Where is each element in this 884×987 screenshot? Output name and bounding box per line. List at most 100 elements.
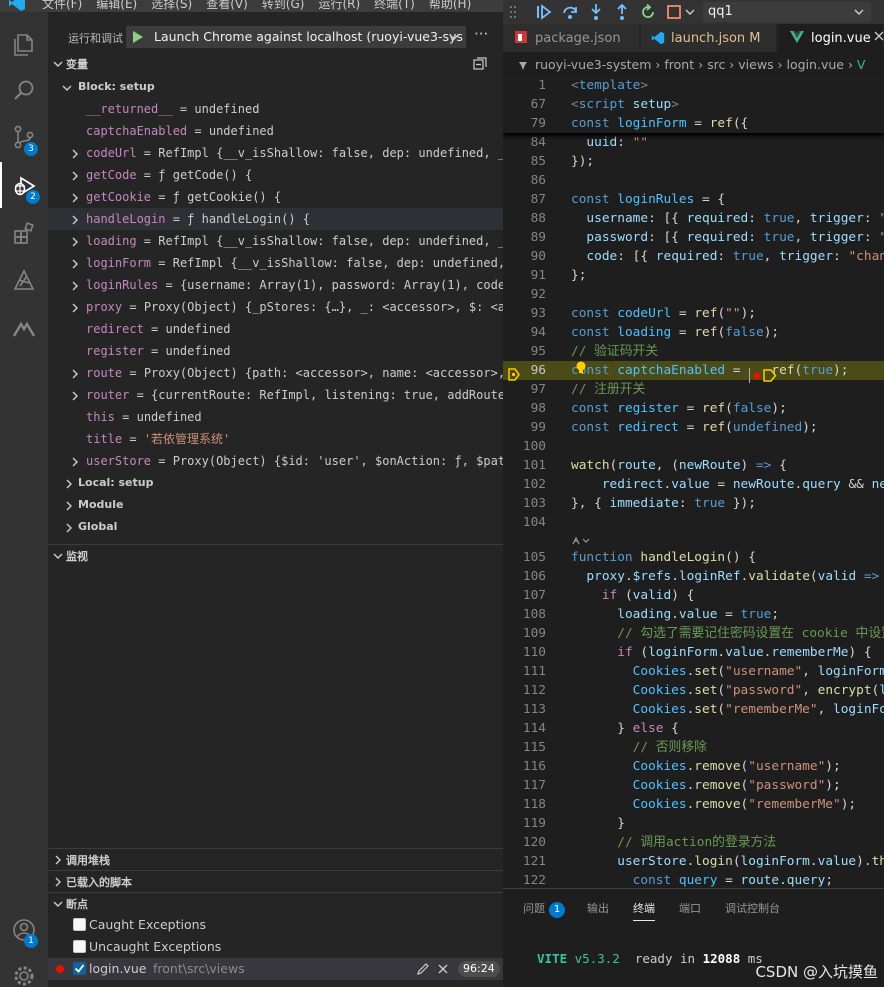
uncaught-exceptions-checkbox[interactable] (73, 940, 86, 953)
file-breakpoint-row[interactable]: login.vue front\src\views 96:24 (48, 958, 503, 980)
variable-row[interactable]: getCookie = ƒ getCookie() { (48, 186, 503, 208)
menu-item[interactable]: 帮助(H) (429, 0, 471, 12)
account-icon[interactable]: 1 (0, 907, 48, 953)
terminal-output[interactable]: VITE v5.3.2 ready in 12088 ms (537, 951, 763, 966)
menu-item[interactable]: 文件(F) (42, 0, 82, 12)
code-line[interactable]: 113 Cookies.set("rememberMe", loginForm.… (503, 700, 884, 719)
scope-row[interactable]: Module (48, 494, 503, 516)
code-line[interactable]: 111 Cookies.set("username", loginForm.va… (503, 662, 884, 681)
code-line[interactable]: 110 if (loginForm.value.rememberMe) { (503, 643, 884, 662)
restart-icon[interactable] (639, 3, 657, 21)
variable-row[interactable]: title = '若依管理系统' (48, 428, 503, 450)
code-line[interactable]: 103}, { immediate: true }); (503, 494, 884, 513)
variable-row[interactable]: loginRules = {username: Array(1), passwo… (48, 274, 503, 296)
run-debug-icon[interactable]: 2 (0, 162, 48, 208)
menu-item[interactable]: 运行(R) (318, 0, 360, 12)
variable-row[interactable]: redirect = undefined (48, 318, 503, 340)
code-line[interactable]: 89 password: [{ required: true, trigger:… (503, 228, 884, 247)
lightbulb-icon[interactable] (575, 361, 587, 375)
scope-row[interactable]: Global (48, 516, 503, 538)
gear-icon[interactable] (0, 953, 48, 987)
code-line[interactable]: 94 const loading = ref(false); (503, 323, 884, 342)
debug-session-select[interactable]: qq1 (703, 2, 871, 22)
code-line[interactable]: 105 function handleLogin() { (503, 548, 884, 567)
close-icon[interactable] (874, 31, 884, 41)
tab-debug-console[interactable]: 调试控制台 (725, 900, 780, 916)
code-line[interactable]: 98 const register = ref(false); (503, 399, 884, 418)
remove-breakpoint-icon[interactable] (436, 962, 450, 976)
menu-item[interactable]: 编辑(E) (96, 0, 137, 12)
sync-extension-icon[interactable] (0, 306, 48, 352)
code-line[interactable]: 112 Cookies.set("password", encrypt(logi… (503, 681, 884, 700)
extensions-icon[interactable] (0, 210, 48, 256)
code-line[interactable]: 106 proxy.$refs.loginRef.validate(valid … (503, 567, 884, 586)
launch-config-select[interactable]: Launch Chrome against localhost (ruoyi-v… (126, 26, 466, 48)
edit-breakpoint-icon[interactable] (416, 962, 430, 976)
step-over-icon[interactable] (561, 3, 579, 21)
code-line[interactable]: 118 Cookies.remove("rememberMe"); (503, 795, 884, 814)
remote-explorer-icon[interactable] (0, 258, 48, 304)
code-line[interactable]: 109 // 勾选了需要记住密码设置在 cookie 中设置记住用户名和密码 (503, 624, 884, 643)
continue-icon[interactable] (535, 3, 553, 21)
variable-row[interactable]: userStore = Proxy(Object) {$id: 'user', … (48, 450, 503, 472)
code-line[interactable]: 85}); (503, 152, 884, 171)
variables-section-header[interactable]: 变量 (48, 53, 503, 75)
sticky-code-line[interactable]: 79 const loginForm = ref({ (503, 114, 884, 133)
code-line[interactable]: 93 const codeUrl = ref(""); (503, 304, 884, 323)
variable-row[interactable]: loading = RefImpl {__v_isShallow: false,… (48, 230, 503, 252)
breadcrumb-item[interactable]: ruoyi-vue3-system (535, 57, 651, 72)
variable-row[interactable]: getCode = ƒ getCode() { (48, 164, 503, 186)
code-line[interactable]: 116 Cookies.remove("username"); (503, 757, 884, 776)
tab-output[interactable]: 输出 (587, 900, 609, 916)
code-line[interactable]: 97 // 注册开关 (503, 380, 884, 399)
variable-row[interactable]: proxy = Proxy(Object) {_pStores: {…}, _:… (48, 296, 503, 318)
breadcrumb-item[interactable]: V (857, 57, 866, 72)
scope-row[interactable]: Local: setup (48, 472, 503, 494)
collapse-all-icon[interactable] (473, 57, 487, 71)
code-editor[interactable]: 1 <template> 67 <script setup> 79 const login… (503, 76, 884, 890)
stop-icon[interactable] (665, 3, 683, 21)
grip-icon[interactable] (509, 3, 517, 21)
breadcrumb-item[interactable]: login.vue (787, 57, 844, 72)
inline-breakpoint-icon[interactable] (753, 372, 761, 380)
breadcrumb-item[interactable]: front (664, 57, 694, 72)
variable-row[interactable]: register = undefined (48, 340, 503, 362)
breadcrumb-item[interactable]: views (738, 57, 773, 72)
start-debug-icon[interactable] (132, 30, 144, 44)
code-line[interactable]: 90 code: [{ required: true, trigger: "ch… (503, 247, 884, 266)
tab-problems[interactable]: 问题 1 (523, 900, 565, 918)
chevron-down-icon[interactable] (685, 7, 695, 17)
loaded-scripts-section-header[interactable]: 已载入的脚本 (48, 870, 503, 892)
code-line[interactable]: 84 uuid: "" (503, 133, 884, 152)
menu-item[interactable]: 终端(T) (374, 0, 415, 12)
uncaught-exceptions-row[interactable]: Uncaught Exceptions (48, 936, 503, 958)
tab-terminal[interactable]: 终端 (633, 900, 655, 921)
breakpoints-section-header[interactable]: 断点 (48, 892, 503, 914)
breadcrumb-path[interactable]: ruoyi-vue3-system › front › src › views … (535, 54, 865, 76)
code-line[interactable]: 102 redirect.value = newRoute.query && n… (503, 475, 884, 494)
variable-row[interactable]: codeUrl = RefImpl {__v_isShallow: false,… (48, 142, 503, 164)
code-line[interactable]: 119 } (503, 814, 884, 833)
menu-item[interactable]: 查看(V) (206, 0, 248, 12)
caught-exceptions-checkbox[interactable] (73, 918, 86, 931)
code-line[interactable]: 99 const redirect = ref(undefined); (503, 418, 884, 437)
menu-item[interactable]: 转到(G) (262, 0, 305, 12)
sticky-code-line[interactable]: 67 <script setup> (503, 95, 884, 114)
code-line[interactable]: 108 loading.value = true; (503, 605, 884, 624)
code-line[interactable]: 100 (503, 437, 884, 456)
search-icon[interactable] (0, 68, 48, 114)
code-line[interactable]: 86 (503, 171, 884, 190)
code-line[interactable]: 117 Cookies.remove("password"); (503, 776, 884, 795)
variable-row[interactable]: router = {currentRoute: RefImpl, listeni… (48, 384, 503, 406)
code-line[interactable]: 88 username: [{ required: true, trigger:… (503, 209, 884, 228)
sticky-code-line[interactable]: 1 <template> (503, 76, 884, 95)
code-line[interactable]: 114 } else { (503, 719, 884, 738)
code-line[interactable]: 95 // 验证码开关 (503, 342, 884, 361)
variable-row[interactable]: handleLogin = ƒ handleLogin() { (48, 208, 503, 230)
variable-row[interactable]: this = undefined (48, 406, 503, 428)
code-line[interactable]: 120 // 调用action的登录方法 (503, 833, 884, 852)
step-into-icon[interactable] (587, 3, 605, 21)
variable-row[interactable]: loginForm = RefImpl {__v_isShallow: fals… (48, 252, 503, 274)
variable-row[interactable]: route = Proxy(Object) {path: <accessor>,… (48, 362, 503, 384)
code-line[interactable]: 87 const loginRules = { (503, 190, 884, 209)
